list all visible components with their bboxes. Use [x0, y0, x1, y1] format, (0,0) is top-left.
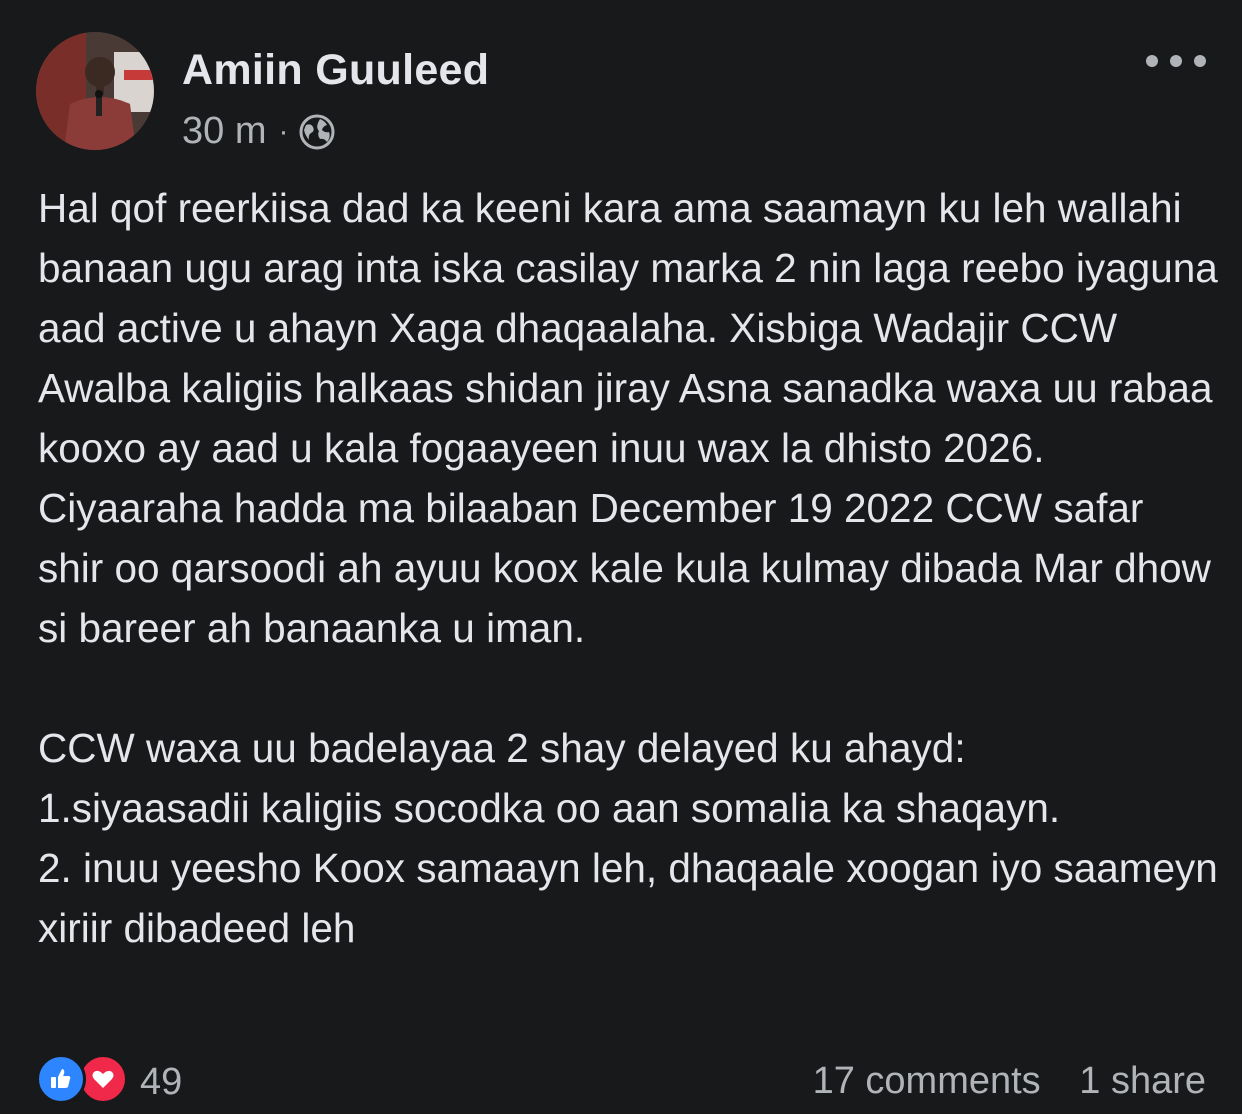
post-footer: 49 17 comments 1 share — [36, 1054, 1206, 1114]
more-dot — [1146, 55, 1158, 67]
post-timestamp[interactable]: 30 m — [182, 110, 266, 153]
meta-separator: · — [278, 114, 289, 148]
post-body: Hal qof reerkiisa dad ka keeni kara ama … — [38, 178, 1218, 958]
post-header: Amiin Guuleed 30 m · — [36, 32, 1206, 152]
reaction-count: 49 — [140, 1060, 183, 1103]
post-paragraph: 2. inuu yeesho Koox samaayn leh, dhaqaal… — [38, 845, 1218, 951]
post-paragraph: Hal qof reerkiisa dad ka keeni kara ama … — [38, 185, 1218, 651]
more-options-icon[interactable] — [1146, 50, 1206, 72]
globe-icon[interactable] — [298, 113, 336, 151]
like-icon — [36, 1054, 86, 1104]
shares-count-link[interactable]: 1 share — [1079, 1060, 1206, 1102]
post-paragraph: 1.siyaasadii kaligiis socodka oo aan som… — [38, 785, 1061, 831]
reaction-summary[interactable]: 49 — [36, 1054, 182, 1104]
post-meta: 30 m · — [182, 110, 336, 153]
more-dot — [1170, 55, 1182, 67]
comments-count-link[interactable]: 17 comments — [813, 1060, 1041, 1102]
more-dot — [1194, 55, 1206, 67]
author-avatar[interactable] — [36, 32, 154, 150]
post-paragraph: CCW waxa uu badelayaa 2 shay delayed ku … — [38, 725, 966, 771]
post-card: Amiin Guuleed 30 m · Hal qof reerkiisa d… — [0, 0, 1242, 1104]
author-name[interactable]: Amiin Guuleed — [182, 46, 489, 95]
